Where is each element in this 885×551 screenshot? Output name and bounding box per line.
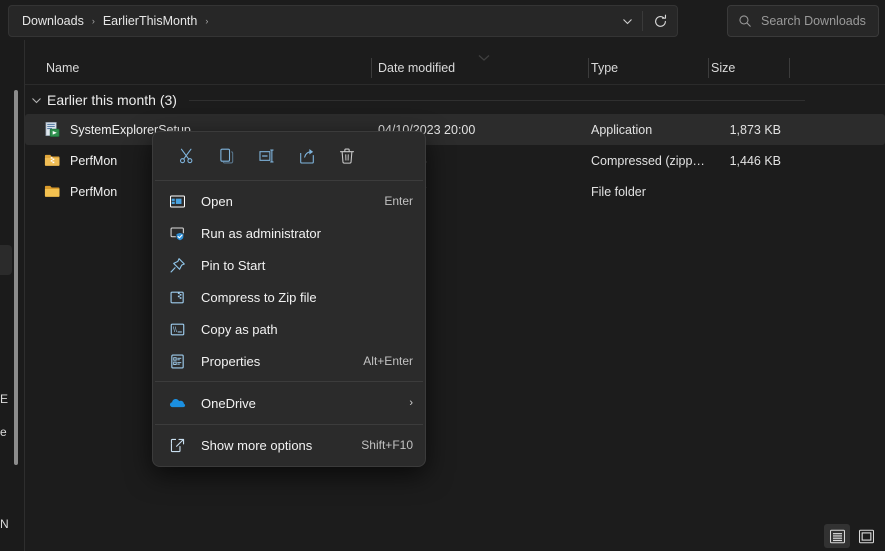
context-menu-item-label: Show more options bbox=[201, 438, 351, 453]
context-menu-item-show-more-options[interactable]: Show more options Shift+F10 bbox=[153, 429, 425, 461]
breadcrumb-separator: › bbox=[88, 16, 99, 26]
navigation-pane-partial: E e N bbox=[0, 40, 24, 551]
file-name-text: PerfMon bbox=[70, 154, 117, 168]
sidebar-text-fragment-3: N bbox=[0, 517, 9, 531]
context-menu-item-label: Compress to Zip file bbox=[201, 290, 403, 305]
search-placeholder: Search Downloads bbox=[761, 14, 866, 28]
group-header-earlier-this-month[interactable]: Earlier this month (3) bbox=[25, 86, 885, 114]
scissors-icon[interactable] bbox=[167, 140, 207, 172]
breadcrumb-item-earlierthismonth[interactable]: EarlierThisMonth bbox=[99, 11, 201, 31]
sidebar-scrollbar-thumb[interactable] bbox=[14, 90, 18, 465]
file-type-cell: Application bbox=[591, 123, 706, 137]
address-bar[interactable]: Downloads › EarlierThisMonth › bbox=[8, 5, 678, 37]
context-menu-item-accelerator: Enter bbox=[384, 194, 413, 208]
context-menu-item-label: Copy as path bbox=[201, 322, 403, 337]
context-menu-separator bbox=[155, 381, 423, 382]
zip-icon bbox=[167, 287, 187, 307]
properties-icon bbox=[167, 351, 187, 371]
context-menu-item-label: Properties bbox=[201, 354, 353, 369]
rename-icon[interactable] bbox=[247, 140, 287, 172]
context-menu-item-onedrive[interactable]: OneDrive › bbox=[153, 386, 425, 420]
context-menu-item-label: Open bbox=[201, 194, 374, 209]
breadcrumb: Downloads › EarlierThisMonth › bbox=[9, 6, 612, 36]
status-bar bbox=[25, 521, 885, 551]
context-menu-item-properties[interactable]: Properties Alt+Enter bbox=[153, 345, 425, 377]
column-header-type[interactable]: Type bbox=[591, 52, 618, 84]
show-more-icon bbox=[167, 435, 187, 455]
context-menu-item-copy-as-path[interactable]: \\ Copy as path bbox=[153, 313, 425, 345]
svg-text:\\: \\ bbox=[172, 326, 176, 334]
sidebar-selected-indicator bbox=[0, 245, 12, 275]
breadcrumb-item-downloads[interactable]: Downloads bbox=[18, 11, 88, 31]
details-view-icon[interactable] bbox=[824, 524, 850, 548]
file-size-cell: 1,873 KB bbox=[711, 123, 781, 137]
column-divider-size[interactable] bbox=[789, 58, 790, 78]
sidebar-text-fragment-1: E bbox=[0, 392, 8, 406]
share-icon[interactable] bbox=[287, 140, 327, 172]
large-icons-view-icon[interactable] bbox=[853, 524, 879, 548]
chevron-right-icon: › bbox=[409, 397, 413, 409]
zip-folder-icon bbox=[43, 152, 61, 170]
column-divider-type[interactable] bbox=[708, 58, 709, 78]
context-menu-item-accelerator: Alt+Enter bbox=[363, 354, 413, 368]
file-name-text: PerfMon bbox=[70, 185, 117, 199]
column-divider-name[interactable] bbox=[371, 58, 372, 78]
context-menu-item-accelerator: Shift+F10 bbox=[361, 438, 413, 452]
path-icon: \\ bbox=[167, 319, 187, 339]
chevron-down-icon[interactable] bbox=[25, 95, 47, 106]
pin-icon bbox=[167, 255, 187, 275]
context-menu-item-run-as-administrator[interactable]: Run as administrator bbox=[153, 217, 425, 249]
context-menu-item-open[interactable]: Open Enter bbox=[153, 185, 425, 217]
folder-icon bbox=[43, 183, 61, 201]
sort-chevron-down-icon bbox=[478, 54, 490, 62]
search-input[interactable]: Search Downloads bbox=[727, 5, 879, 37]
column-headers-underline bbox=[25, 84, 885, 85]
context-menu-item-label: Pin to Start bbox=[201, 258, 403, 273]
column-divider-date[interactable] bbox=[588, 58, 589, 78]
context-menu-item-label: Run as administrator bbox=[201, 226, 403, 241]
application-exe-icon bbox=[43, 121, 61, 139]
group-header-label: Earlier this month (3) bbox=[47, 92, 177, 108]
context-menu-item-label: OneDrive bbox=[201, 396, 399, 411]
search-icon bbox=[737, 13, 753, 29]
context-menu-separator bbox=[155, 180, 423, 181]
column-headers: Name Date modified Type Size bbox=[25, 52, 885, 84]
file-type-cell: File folder bbox=[591, 185, 706, 199]
column-header-name[interactable]: Name bbox=[46, 52, 79, 84]
context-menu: Open Enter Run as administrator Pin to S… bbox=[152, 131, 426, 467]
onedrive-cloud-icon bbox=[167, 393, 187, 413]
trash-icon[interactable] bbox=[327, 140, 367, 172]
refresh-icon[interactable] bbox=[643, 6, 677, 36]
context-menu-quick-actions bbox=[153, 136, 425, 176]
open-window-icon bbox=[167, 191, 187, 211]
sidebar-text-fragment-2: e bbox=[0, 425, 7, 439]
context-menu-item-compress-to-zip-file[interactable]: Compress to Zip file bbox=[153, 281, 425, 313]
column-header-date-modified[interactable]: Date modified bbox=[378, 52, 455, 84]
navigation-bar: Downloads › EarlierThisMonth › Search Do… bbox=[0, 0, 885, 40]
breadcrumb-separator-trailing: › bbox=[201, 16, 212, 26]
column-header-size[interactable]: Size bbox=[711, 52, 735, 84]
shield-admin-icon bbox=[167, 223, 187, 243]
group-header-rule bbox=[189, 100, 805, 101]
context-menu-item-pin-to-start[interactable]: Pin to Start bbox=[153, 249, 425, 281]
file-size-cell: 1,446 KB bbox=[711, 154, 781, 168]
file-type-cell: Compressed (zipp… bbox=[591, 154, 706, 168]
context-menu-separator bbox=[155, 424, 423, 425]
chevron-down-icon[interactable] bbox=[612, 6, 642, 36]
copy-icon[interactable] bbox=[207, 140, 247, 172]
